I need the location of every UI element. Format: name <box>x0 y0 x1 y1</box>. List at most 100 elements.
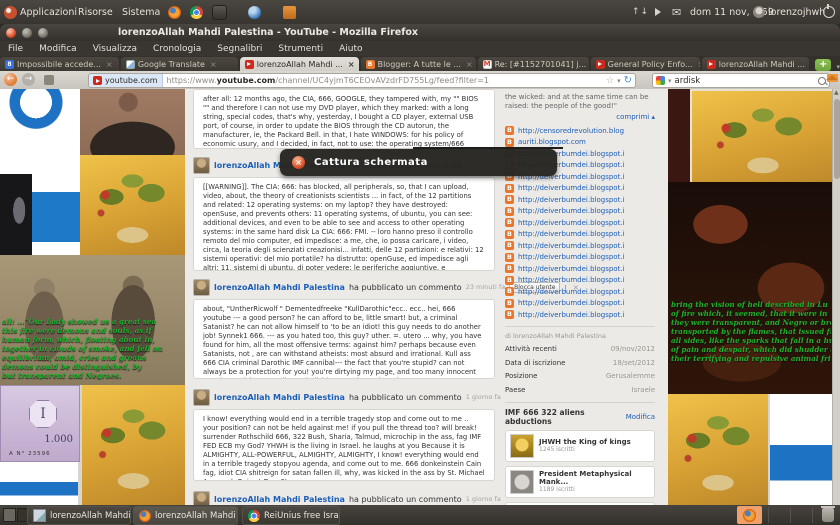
tab-close-icon[interactable]: × <box>466 60 473 69</box>
tab-blogger[interactable]: B Blogger: A tutte le ... × <box>361 57 476 71</box>
user-menu[interactable]: lorenzojhwh <box>768 0 825 24</box>
window-minimize-button[interactable] <box>22 28 32 38</box>
forward-button[interactable]: → <box>22 73 35 86</box>
window-close-button[interactable] <box>6 28 16 38</box>
scroll-up-icon[interactable]: ▲ <box>834 90 840 96</box>
scrollbar-thumb[interactable] <box>834 99 840 179</box>
comment-author-link[interactable]: lorenzoAllah Mahdi Palestina <box>214 495 345 504</box>
menu-visualizza[interactable]: Visualizza <box>85 44 145 54</box>
blogger-icon: B <box>505 299 514 308</box>
trash-icon[interactable] <box>822 508 834 522</box>
channel-bg-beard-photo <box>80 89 185 155</box>
channel-bg-logo-bottom-left <box>0 462 78 505</box>
menu-modifica[interactable]: Modifica <box>31 44 85 54</box>
menu-applicazioni[interactable]: Applicazioni <box>20 0 77 24</box>
screenshot-app-icon: × <box>292 156 305 169</box>
app-window-icon[interactable] <box>248 0 261 24</box>
tab-mail[interactable]: M Re: [#1152701041] j... × <box>478 57 589 71</box>
url-dropdown-icon[interactable]: ▾ <box>617 77 621 85</box>
search-input[interactable]: ardisk <box>675 76 701 86</box>
firefox-launcher-icon[interactable] <box>168 0 181 24</box>
page-scrollbar[interactable]: ▲ <box>832 89 840 505</box>
taskbar-window-firefox[interactable]: lorenzoAllah Mahdi ... <box>133 506 238 525</box>
screenshot-notification[interactable]: × Cattura schermata <box>280 149 557 176</box>
window-maximize-button[interactable] <box>38 28 48 38</box>
url-text: https://www.youtube.com/channel/UC4yjmT6… <box>167 76 489 85</box>
site-identity-chip[interactable]: youtube.com <box>89 74 163 87</box>
avatar[interactable] <box>193 491 210 506</box>
taskbar-window-chrome[interactable]: ReiUnius free Israel... <box>242 506 340 525</box>
menu-sistema[interactable]: Sistema <box>122 0 160 24</box>
menu-aiuto[interactable]: Aiuto <box>331 44 370 54</box>
chrome-icon <box>248 510 260 522</box>
avatar[interactable] <box>193 157 210 174</box>
network-icon[interactable]: ↑↓ <box>632 0 648 24</box>
menu-file[interactable]: File <box>0 44 31 54</box>
tab-google-translate[interactable]: Google Translate × <box>121 57 238 71</box>
mail-icon[interactable]: ✉ <box>672 0 681 24</box>
edit-link[interactable]: Modifica <box>626 413 655 421</box>
avatar[interactable] <box>193 389 210 406</box>
notification-source-firefox-icon[interactable] <box>737 506 762 524</box>
browser-launcher-icon[interactable] <box>190 0 203 24</box>
volume-icon[interactable] <box>655 0 665 24</box>
channel-link[interactable]: Bhttp://censoredrevolution.blog <box>505 125 655 137</box>
featured-channel-card[interactable]: JHWH the King of kings1245 iscritti <box>505 430 655 462</box>
bookmark-star-icon[interactable]: ☆ <box>606 76 614 86</box>
reload-icon[interactable]: ↻ <box>624 75 632 86</box>
channel-link[interactable]: Bhttp://deiverbumdei.blogspot.i <box>505 240 655 252</box>
tab-close-icon[interactable]: × <box>698 60 700 69</box>
comment-header: lorenzoAllah Mahdi Palestina ha pubblica… <box>193 389 495 405</box>
channel-link[interactable]: Bhttp://deiverbumdei.blogspot.i <box>505 183 655 195</box>
info-row: PaeseIsraele <box>505 383 655 397</box>
workspace-switcher[interactable] <box>3 508 29 522</box>
channel-link[interactable]: Bhttp://deiverbumdei.blogspot.i <box>505 217 655 229</box>
featured-channel-card[interactable]: President Metaphysical Mank...1189 iscri… <box>505 466 655 498</box>
channel-link[interactable]: Bhttp://deiverbumdei.blogspot.i <box>505 263 655 275</box>
channel-link[interactable]: Bhttp://deiverbumdei.blogspot.i <box>505 298 655 310</box>
channel-link[interactable]: Bhttp://deiverbumdei.blogspot.i <box>505 252 655 264</box>
package-icon[interactable] <box>283 0 296 24</box>
power-icon[interactable] <box>823 0 835 24</box>
avatar[interactable] <box>193 279 210 296</box>
search-go-icon[interactable] <box>818 77 826 85</box>
tab-impossibile[interactable]: 8 Impossibile accede... × <box>0 57 119 71</box>
blogger-icon: B <box>505 184 514 193</box>
taskbar-window-image[interactable]: lorenzoAllah Mahdi ... <box>27 506 131 525</box>
menu-segnalibri[interactable]: Segnalibri <box>209 44 270 54</box>
tab-youtube-active[interactable]: lorenzoAllah Mahdi ... × <box>240 57 359 71</box>
window-titlebar[interactable]: lorenzoAllah Mahdi Palestina - YouTube -… <box>0 24 840 41</box>
google-search-engine-icon[interactable] <box>656 76 665 85</box>
info-row: Attività recenti09/nov/2012 <box>505 343 655 357</box>
tab-youtube-2[interactable]: lorenzoAllah Mahdi ... × <box>702 57 809 71</box>
collapse-link[interactable]: comprimi ▴ <box>505 113 655 121</box>
channel-link[interactable]: Bhttp://deiverbumdei.blogspot.i <box>505 286 655 298</box>
back-button[interactable]: ← <box>4 73 17 86</box>
channel-bg-menorah-painting <box>690 89 836 186</box>
tab-bar: 8 Impossibile accede... × Google Transla… <box>0 56 840 71</box>
user-avatar-icon[interactable] <box>753 0 765 24</box>
noscript-icon[interactable] <box>44 75 54 85</box>
tab-close-icon[interactable]: × <box>106 60 113 69</box>
channel-link[interactable]: Bhttp://deiverbumdei.blogspot.i <box>505 275 655 287</box>
comment-box: I know! everything would end in a terrib… <box>193 409 495 481</box>
menu-risorse[interactable]: Risorse <box>78 0 113 24</box>
notification-title: Cattura schermata <box>314 157 428 168</box>
menu-cronologia[interactable]: Cronologia <box>145 44 209 54</box>
comment-author-link[interactable]: lorenzoAllah Mahdi Palestina <box>214 283 345 292</box>
distributor-logo-icon[interactable] <box>4 0 17 24</box>
home-button[interactable] <box>827 74 838 82</box>
channel-link[interactable]: Bhttp://deiverbumdei.blogspot.i <box>505 206 655 218</box>
comment-author-link[interactable]: lorenzoAllah Mahdi Palestina <box>214 393 345 402</box>
channel-link[interactable]: Bhttp://deiverbumdei.blogspot.i <box>505 229 655 241</box>
menu-strumenti[interactable]: Strumenti <box>270 44 331 54</box>
files-launcher-icon[interactable] <box>212 0 227 24</box>
search-engine-dropdown-icon[interactable]: ▾ <box>668 77 672 85</box>
channel-link[interactable]: Bhttp://deiverbumdei.blogspot.i <box>505 194 655 206</box>
url-bar[interactable]: youtube.com https://www.youtube.com/chan… <box>88 73 636 88</box>
tab-general-policy[interactable]: General Policy Enfo... × <box>591 57 700 71</box>
tab-close-icon[interactable]: × <box>348 60 355 69</box>
search-bar[interactable]: ▾ ardisk <box>652 73 830 88</box>
tab-close-icon[interactable]: × <box>210 60 217 69</box>
channel-link[interactable]: Bhttp://deiverbumdei.blogspot.i <box>505 309 655 321</box>
